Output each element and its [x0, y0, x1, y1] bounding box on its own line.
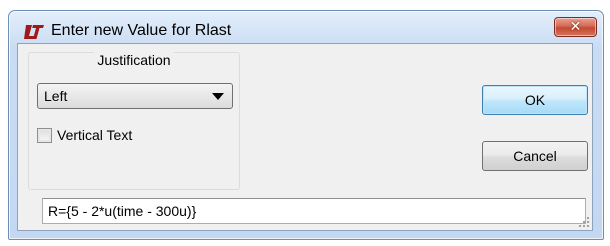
justification-selected-value: Left	[44, 88, 68, 104]
justification-group: Justification Left Vertical Text	[28, 52, 240, 190]
close-icon: ✕	[569, 19, 582, 35]
vertical-text-checkbox[interactable]	[37, 127, 52, 143]
dialog-window: Enter new Value for Rlast ✕ Justificatio…	[8, 10, 604, 240]
dialog-client-area: Justification Left Vertical Text OK Canc…	[17, 43, 593, 231]
resize-grip-icon[interactable]	[578, 216, 590, 228]
justification-label: Justification	[94, 52, 174, 68]
cancel-button[interactable]: Cancel	[482, 141, 588, 171]
ok-button[interactable]: OK	[482, 85, 588, 115]
close-button[interactable]: ✕	[554, 17, 597, 37]
window-title: Enter new Value for Rlast	[51, 22, 232, 39]
vertical-text-label: Vertical Text	[57, 127, 133, 143]
lt-logo-icon	[24, 25, 44, 39]
justification-dropdown[interactable]: Left	[37, 83, 233, 109]
vertical-text-option[interactable]: Vertical Text	[37, 125, 132, 145]
value-input[interactable]: R={5 - 2*u(time - 300u)}	[42, 198, 586, 224]
chevron-down-icon	[212, 93, 224, 100]
